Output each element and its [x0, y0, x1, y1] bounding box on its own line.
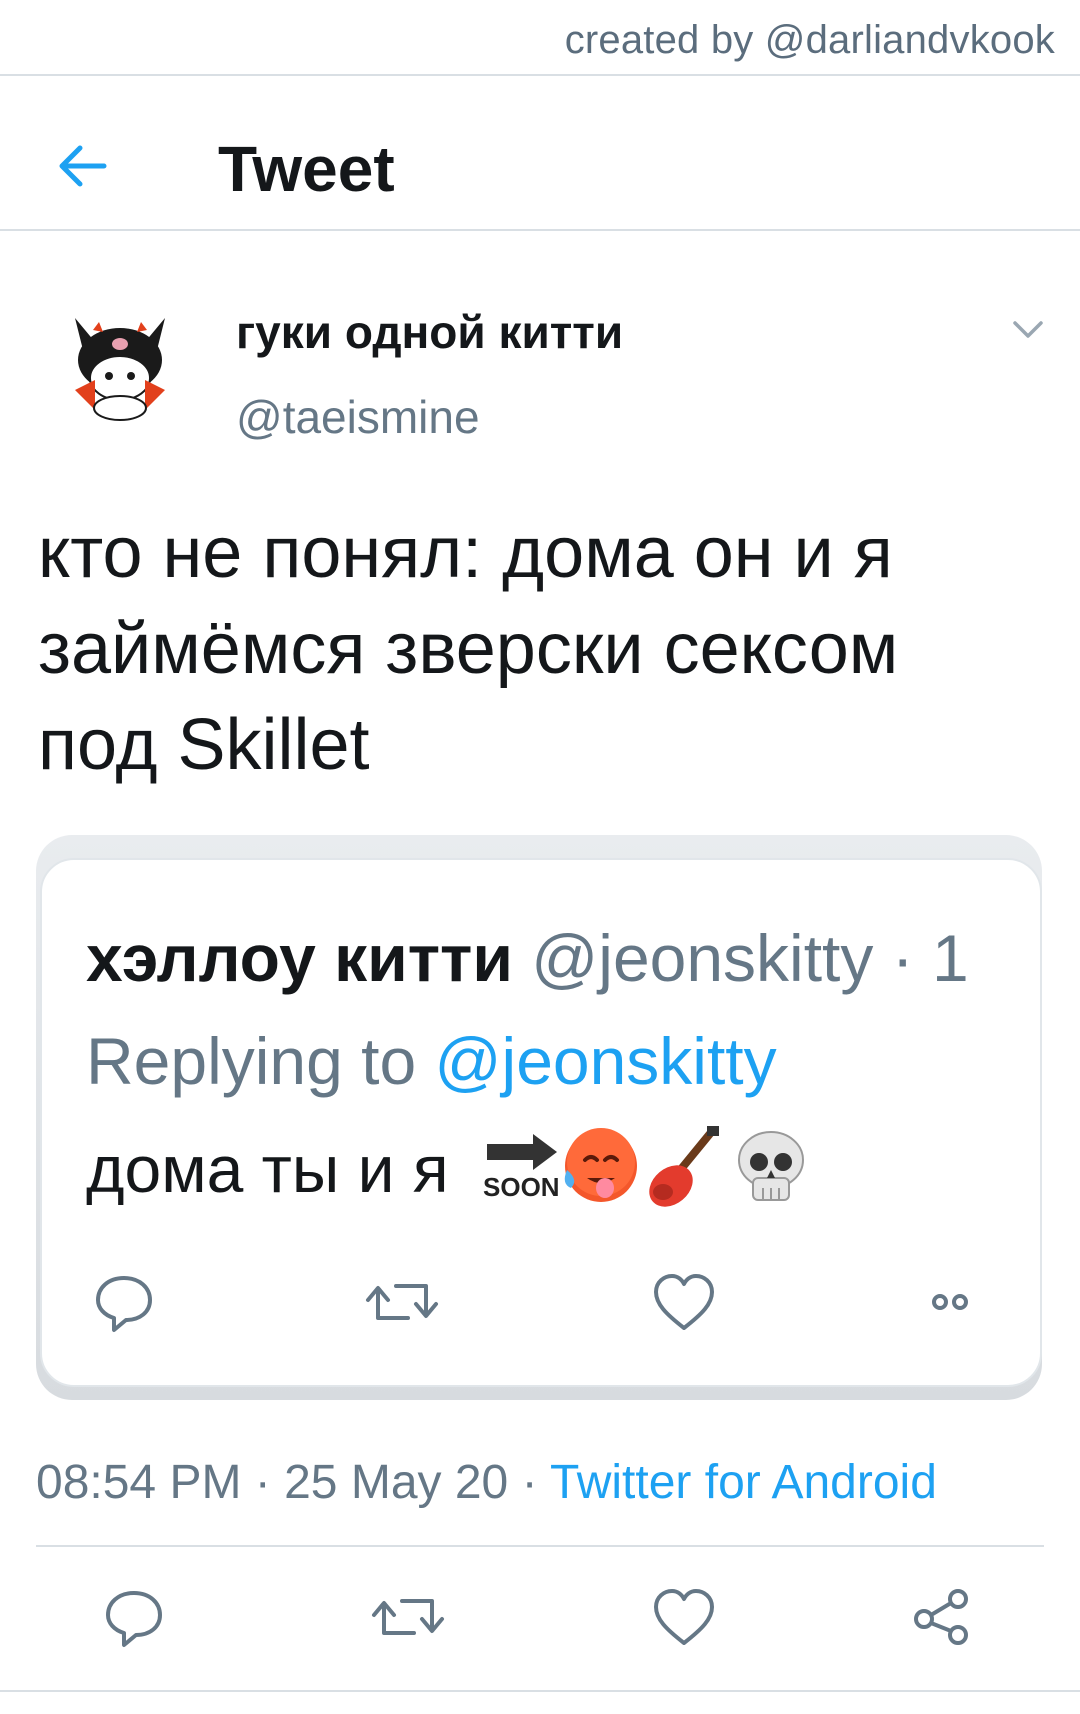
divider	[0, 229, 1080, 231]
tweet-meta: 08:54 PM · 25 May 20 · Twitter for Andro…	[36, 1455, 937, 1510]
like-icon[interactable]	[650, 1270, 718, 1334]
author-name[interactable]: гуки одной китти	[236, 305, 623, 359]
back-button[interactable]	[54, 136, 114, 196]
replying-to-line: Replying to @jeonskitty	[86, 1023, 777, 1099]
hot-face-icon	[564, 1128, 637, 1202]
meta-separator: ·	[241, 1456, 285, 1509]
retweet-icon[interactable]	[370, 1585, 446, 1649]
arrow-left-icon	[59, 145, 107, 187]
emoji-row: SOON	[481, 1122, 821, 1227]
quoted-time-fragment: · 1	[873, 921, 969, 995]
meta-separator: ·	[508, 1456, 551, 1509]
quoted-author-line: хэллоу китти @jeonskitty · 1	[86, 920, 969, 996]
divider	[0, 1690, 1080, 1692]
replying-to-mention[interactable]: @jeonskitty	[435, 1024, 777, 1098]
reply-icon[interactable]	[92, 1270, 156, 1334]
tweet-text: кто не понял: дома он и я займёмся зверс…	[38, 513, 919, 785]
share-icon[interactable]	[912, 1587, 972, 1647]
skull-icon	[737, 1131, 804, 1201]
reply-icon[interactable]	[102, 1585, 166, 1649]
replying-to-label: Replying to	[86, 1024, 435, 1098]
like-icon[interactable]	[650, 1585, 718, 1649]
chevron-down-icon	[1013, 321, 1043, 338]
tweet-actions-bar	[0, 1585, 1080, 1665]
share-icon[interactable]	[930, 1278, 970, 1326]
quoted-text-line: дома ты и я SOON	[86, 1122, 821, 1227]
divider	[0, 74, 1080, 76]
retweet-icon[interactable]	[364, 1270, 440, 1334]
divider	[36, 1545, 1044, 1547]
tweet-date: 25 May 20	[284, 1456, 509, 1509]
svg-text:SOON: SOON	[483, 1172, 560, 1202]
quoted-text: дома ты и я	[86, 1131, 449, 1206]
tweet-time: 08:54 PM	[36, 1456, 242, 1509]
quoted-author-name[interactable]: хэллоу китти	[86, 921, 513, 995]
avatar[interactable]	[55, 300, 185, 430]
page-title: Tweet	[218, 133, 395, 205]
author-handle[interactable]: @taeismine	[236, 390, 480, 444]
kuromi-avatar-image	[55, 300, 185, 430]
quoted-tweet[interactable]: хэллоу китти @jeonskitty · 1 Replying to…	[40, 858, 1042, 1387]
quoted-actions-bar	[42, 1270, 1040, 1350]
quoted-author-handle[interactable]: @jeonskitty	[531, 921, 873, 995]
soon-arrow-icon: SOON	[483, 1134, 560, 1202]
tweet-source-link[interactable]: Twitter for Android	[550, 1456, 937, 1509]
guitar-icon	[649, 1126, 719, 1207]
more-options-button[interactable]	[1010, 312, 1046, 348]
watermark-credit: created by @darliandvkook	[564, 18, 1055, 62]
